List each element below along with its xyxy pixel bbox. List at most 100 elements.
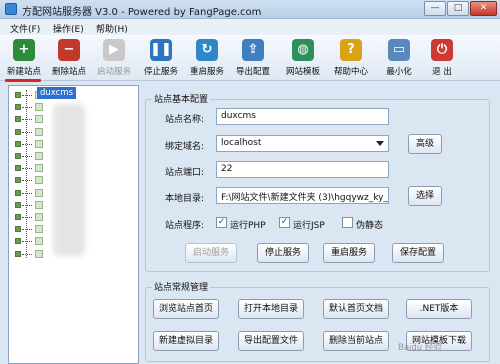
minimize-window-button[interactable]: — xyxy=(424,1,446,16)
tree-connector xyxy=(22,143,32,145)
title-bar: 方配网站服务器 V3.0 - Powered by FangPage.com —… xyxy=(0,0,500,19)
delete-site-icon: − xyxy=(58,39,80,61)
net-version-button[interactable]: .NET版本 xyxy=(406,299,472,319)
domain-value: localhost xyxy=(221,138,262,148)
toolbar-button-9[interactable]: ▭ 最小化 xyxy=(375,39,423,79)
program-label: 站点程序: xyxy=(165,221,205,231)
tree-connector xyxy=(22,204,32,206)
site-icon xyxy=(35,188,43,197)
toolbar-button-6[interactable]: ⇪ 导出配置 xyxy=(229,39,277,79)
toolbar-button-label: 启动服务 xyxy=(96,67,131,77)
tree-connector xyxy=(22,131,32,133)
export-config-file-button[interactable]: 导出配置文件 xyxy=(238,331,304,351)
site-icon xyxy=(35,213,43,221)
new-site-icon: + xyxy=(13,39,35,61)
site-icon xyxy=(35,115,43,124)
default-document-button[interactable]: 默认首页文档 xyxy=(323,299,389,319)
export-icon: ⇪ xyxy=(242,39,264,61)
save-config-button[interactable]: 保存配置 xyxy=(392,243,444,263)
menu-help[interactable]: 帮助(H) xyxy=(96,22,128,35)
tree-connector xyxy=(22,192,32,194)
tree-connector xyxy=(22,217,32,218)
site-icon xyxy=(35,200,43,209)
maximize-window-button[interactable]: □ xyxy=(447,1,469,16)
menu-file[interactable]: 文件(F) xyxy=(10,22,40,35)
expand-icon xyxy=(15,177,21,184)
site-icon xyxy=(35,103,43,112)
menu-bar: 文件(F) 操作(E) 帮助(H) xyxy=(0,19,500,35)
stop-service-button[interactable]: 停止服务 xyxy=(257,243,309,263)
new-virtual-dir-button[interactable]: 新建虚拟目录 xyxy=(153,331,219,351)
toolbar-button-label: 网站模板 xyxy=(285,67,320,77)
menu-operate[interactable]: 操作(E) xyxy=(53,22,84,35)
toolbar: + 新建站点 − 删除站点 ▶ 启动服务 ❚❚ 停止服务 ↻ 重启服务 ⇪ 导出配置 ◍ 网站模板? 帮助中… xyxy=(0,35,500,82)
tree-connector xyxy=(22,107,32,109)
directory-label: 本地目录: xyxy=(165,194,205,204)
run-jsp-checkbox[interactable]: ✓ xyxy=(279,217,290,228)
expand-icon xyxy=(15,226,21,233)
toolbar-button-5[interactable]: ↻ 重启服务 xyxy=(183,39,231,79)
toolbar-button-3[interactable]: ▶ 启动服务 xyxy=(90,39,138,79)
site-icon xyxy=(35,225,43,234)
port-label: 站点端口: xyxy=(165,168,205,178)
site-icon xyxy=(35,127,43,136)
tree-connector xyxy=(22,95,32,96)
expand-icon xyxy=(15,189,21,196)
toolbar-button-label: 导出配置 xyxy=(235,67,270,77)
domain-label: 绑定域名: xyxy=(165,142,205,152)
site-tree[interactable]: duxcms xyxy=(8,85,139,364)
site-icon xyxy=(35,164,43,173)
toolbar-button-8[interactable]: ? 帮助中心 xyxy=(327,39,375,79)
toolbar-button-2[interactable]: − 删除站点 xyxy=(45,39,93,79)
toolbar-button-label: 重启服务 xyxy=(189,67,224,77)
domain-select[interactable]: localhost xyxy=(216,135,389,152)
window-title: 方配网站服务器 V3.0 - Powered by FangPage.com xyxy=(22,7,262,18)
active-underline xyxy=(5,79,41,82)
site-name-label: 站点名称: xyxy=(165,115,205,125)
run-jsp-label: 运行JSP xyxy=(293,221,325,231)
site-name-input[interactable]: duxcms xyxy=(216,108,389,125)
directory-input[interactable]: F:\网站文件\新建文件夹 (3)\hgqywz_ky_v3 xyxy=(216,187,389,204)
tree-connector xyxy=(22,119,32,121)
expand-icon xyxy=(15,92,21,98)
site-icon xyxy=(35,249,43,258)
toolbar-button-label: 新建站点 xyxy=(6,67,41,77)
expand-icon xyxy=(15,153,21,159)
expand-icon xyxy=(15,201,21,208)
restart-service-button[interactable]: 重启服务 xyxy=(323,243,375,263)
toolbar-button-7[interactable]: ◍ 网站模板 xyxy=(279,39,327,79)
toolbar-button-4[interactable]: ❚❚ 停止服务 xyxy=(137,39,185,79)
blurred-site-names xyxy=(53,104,85,256)
toolbar-button-label: 停止服务 xyxy=(143,67,178,77)
tree-connector xyxy=(22,229,32,231)
site-icon xyxy=(35,152,43,160)
toolbar-button-1[interactable]: + 新建站点 xyxy=(0,39,48,79)
start-service-button[interactable]: 启动服务 xyxy=(185,243,237,263)
select-directory-button[interactable]: 选择 xyxy=(408,186,442,206)
minimize-icon: ▭ xyxy=(388,39,410,61)
watermark: Baidu 经验 xyxy=(398,343,442,353)
open-directory-button[interactable]: 打开本地目录 xyxy=(238,299,304,319)
globe-icon: ◍ xyxy=(292,39,314,61)
expand-icon xyxy=(15,128,21,135)
advanced-button[interactable]: 高级 xyxy=(408,134,442,154)
tree-connector xyxy=(22,253,32,255)
port-input[interactable]: 22 xyxy=(216,161,389,178)
browse-home-button[interactable]: 浏览站点首页 xyxy=(153,299,219,319)
help-icon: ? xyxy=(340,39,362,61)
toolbar-button-10[interactable]: ⏻ 退 出 xyxy=(418,39,466,79)
site-icon xyxy=(35,176,43,185)
close-window-button[interactable]: ✕ xyxy=(470,1,497,16)
app-icon xyxy=(5,3,17,15)
toolbar-button-label: 帮助中心 xyxy=(333,67,368,77)
selected-site-node[interactable]: duxcms xyxy=(37,87,77,99)
exit-icon: ⏻ xyxy=(431,39,453,61)
delete-current-site-button[interactable]: 删除当前站点 xyxy=(323,331,389,351)
pseudo-static-checkbox[interactable] xyxy=(342,217,353,228)
site-manage-title: 站点常规管理 xyxy=(152,280,211,293)
chevron-down-icon xyxy=(376,141,384,146)
expand-icon xyxy=(15,250,21,257)
run-php-label: 运行PHP xyxy=(230,221,266,231)
tree-connector xyxy=(22,241,32,243)
run-php-checkbox[interactable]: ✓ xyxy=(216,217,227,228)
